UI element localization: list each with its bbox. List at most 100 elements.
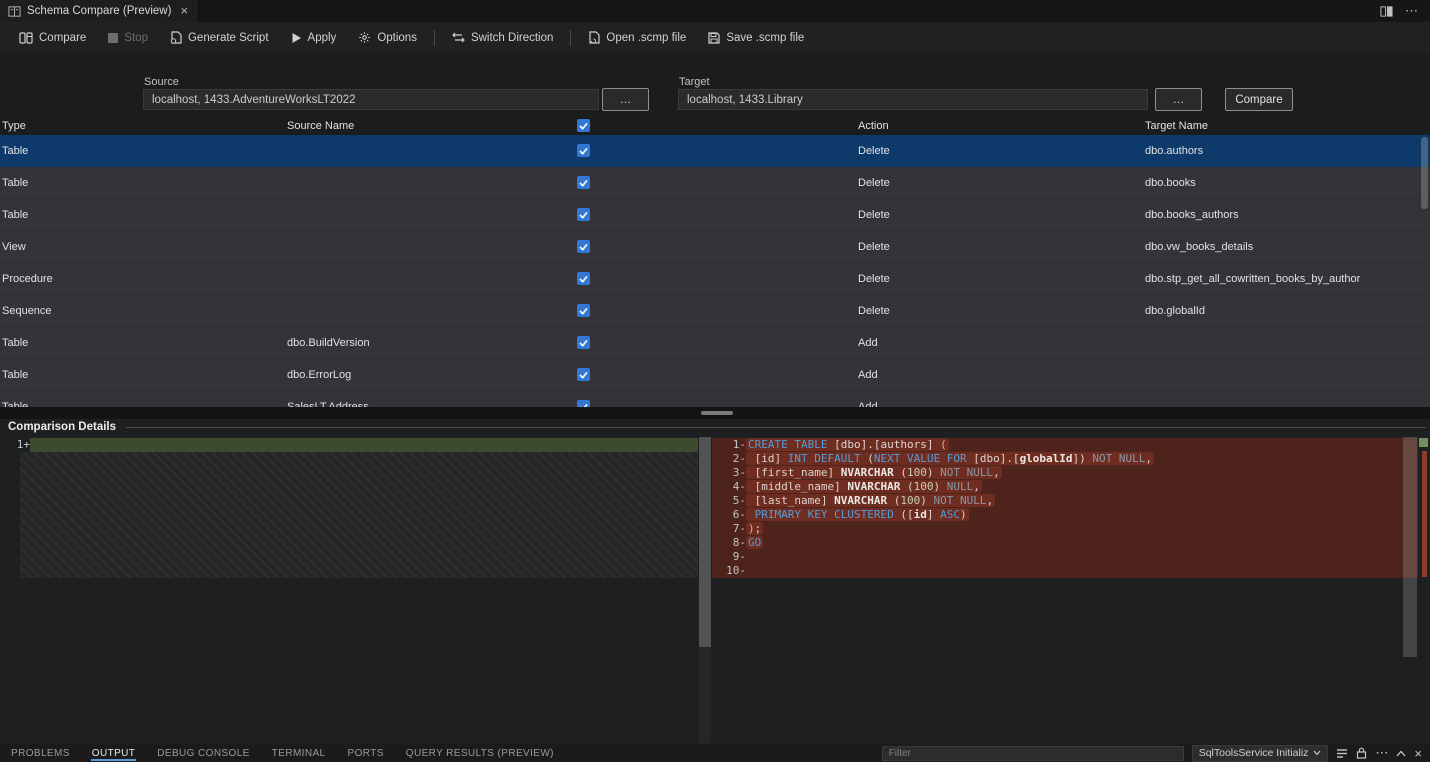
column-header-target-name[interactable]: Target Name xyxy=(1145,117,1208,135)
overview-removed-mark xyxy=(1422,451,1427,577)
open-output-in-editor-icon[interactable] xyxy=(1336,748,1348,759)
row-include-checkbox[interactable] xyxy=(577,208,590,221)
schema-compare-toolbar: Compare Stop Generate Script ApplyOptions Sw… xyxy=(0,22,1430,53)
select-all-checkbox[interactable] xyxy=(577,119,590,132)
overview-ruler xyxy=(1418,437,1430,744)
toolbar-button-stop: Stop xyxy=(97,22,159,53)
target-browse-button[interactable]: … xyxy=(1155,88,1202,111)
diff-code-line[interactable]: 8-GO xyxy=(712,536,1418,550)
panel-tab-debug-console[interactable]: DEBUG CONSOLE xyxy=(146,744,260,762)
column-header-action[interactable]: Action xyxy=(858,117,889,135)
toolbar-button-switch-direction[interactable]: Switch Direction xyxy=(441,22,564,53)
diff-line-number: 6- xyxy=(712,508,746,522)
apply-icon xyxy=(291,32,302,44)
close-panel-icon[interactable]: × xyxy=(1414,746,1422,761)
source-browse-button[interactable]: … xyxy=(602,88,649,111)
compare-button[interactable]: Compare xyxy=(1225,88,1293,111)
more-actions-icon[interactable]: ⋯ xyxy=(1405,7,1418,15)
toolbar-button-label: Save .scmp file xyxy=(726,32,804,44)
row-include-checkbox[interactable] xyxy=(577,368,590,381)
diff-code-line[interactable]: 3- [first_name] NVARCHAR (100) NOT NULL, xyxy=(712,466,1418,480)
more-actions-icon[interactable]: ⋯ xyxy=(1375,750,1388,756)
table-row[interactable]: TableDeletedbo.books xyxy=(0,167,1430,199)
toolbar-button-save-scmp-file[interactable]: Save .scmp file xyxy=(697,22,815,53)
toolbar-button-open-scmp-file[interactable]: Open .scmp file xyxy=(577,22,697,53)
grid-scrollbar[interactable] xyxy=(1421,137,1428,407)
bottom-panel: PROBLEMSOUTPUTDEBUG CONSOLETERMINALPORTS… xyxy=(0,743,1430,762)
diff-code-line[interactable]: 10- xyxy=(712,564,1418,578)
right-scrollbar-slider[interactable] xyxy=(1403,437,1417,657)
row-include-checkbox[interactable] xyxy=(577,144,590,157)
diff-source-pane[interactable]: 1+ xyxy=(0,437,712,744)
toolbar-button-apply[interactable]: Apply xyxy=(280,22,348,53)
diff-code-line[interactable]: 7-); xyxy=(712,522,1418,536)
switch-direction-icon xyxy=(452,32,465,43)
toolbar-button-label: Switch Direction xyxy=(471,32,553,44)
toolbar-button-label: Stop xyxy=(124,32,148,44)
toolbar-button-generate-script[interactable]: Generate Script xyxy=(159,22,280,53)
toolbar-button-options[interactable]: Options xyxy=(347,22,428,53)
details-divider xyxy=(126,427,1426,428)
lock-scroll-icon[interactable] xyxy=(1356,747,1367,759)
cell-action: Add xyxy=(858,391,878,407)
cell-action: Delete xyxy=(858,295,890,327)
panel-tab-output[interactable]: OUTPUT xyxy=(81,744,147,762)
column-header-source-name[interactable]: Source Name xyxy=(287,117,354,135)
table-row[interactable]: TableSalesLT.AddressAdd xyxy=(0,391,1430,407)
row-include-checkbox[interactable] xyxy=(577,272,590,285)
panel-tab-ports[interactable]: PORTS xyxy=(337,744,395,762)
row-include-checkbox[interactable] xyxy=(577,336,590,349)
output-filter-input[interactable] xyxy=(882,746,1184,761)
split-editor-icon[interactable] xyxy=(1380,5,1393,18)
table-row[interactable]: TableDeletedbo.books_authors xyxy=(0,199,1430,231)
table-row[interactable]: SequenceDeletedbo.globalId xyxy=(0,295,1430,327)
diff-code-line[interactable]: 6- PRIMARY KEY CLUSTERED ([id] ASC) xyxy=(712,508,1418,522)
diff-left-line-number: 1+ xyxy=(6,438,30,452)
toolbar-button-label: Generate Script xyxy=(188,32,269,44)
diff-code-line[interactable]: 4- [middle_name] NVARCHAR (100) NULL, xyxy=(712,480,1418,494)
row-include-checkbox[interactable] xyxy=(577,304,590,317)
left-scrollbar-slider[interactable] xyxy=(699,437,711,647)
comparison-result-grid: TableDeletedbo.authorsTableDeletedbo.boo… xyxy=(0,135,1430,407)
cell-type: Sequence xyxy=(2,295,52,327)
cell-source-name: dbo.ErrorLog xyxy=(287,359,351,391)
horizontal-sash[interactable] xyxy=(0,407,1430,419)
tab-schema-compare[interactable]: Schema Compare (Preview) × xyxy=(0,0,199,22)
chevron-down-icon xyxy=(1313,750,1321,756)
target-input[interactable] xyxy=(678,89,1148,110)
table-row[interactable]: TableDeletedbo.authors xyxy=(0,135,1430,167)
column-header-type[interactable]: Type xyxy=(2,117,26,135)
removed-text-highlight: [middle_name] NVARCHAR (100) NULL, xyxy=(746,480,982,493)
sash-handle[interactable] xyxy=(701,411,733,415)
panel-tab-terminal[interactable]: TERMINAL xyxy=(261,744,337,762)
removed-text-highlight: [id] INT DEFAULT (NEXT VALUE FOR [dbo].[… xyxy=(746,452,1154,465)
tab-close-icon[interactable]: × xyxy=(180,5,188,17)
table-row[interactable]: ProcedureDeletedbo.stp_get_all_cowritten… xyxy=(0,263,1430,295)
toolbar-button-compare[interactable]: Compare xyxy=(8,22,97,53)
diff-code-line[interactable]: 9- xyxy=(712,550,1418,564)
diff-target-pane[interactable]: 1-CREATE TABLE [dbo].[authors] (2- [id] … xyxy=(712,437,1430,744)
row-include-checkbox[interactable] xyxy=(577,240,590,253)
table-row[interactable]: ViewDeletedbo.vw_books_details xyxy=(0,231,1430,263)
table-row[interactable]: Tabledbo.BuildVersionAdd xyxy=(0,327,1430,359)
diff-code-line[interactable]: 1-CREATE TABLE [dbo].[authors] ( xyxy=(712,438,1418,452)
diff-code-line[interactable]: 2- [id] INT DEFAULT (NEXT VALUE FOR [dbo… xyxy=(712,452,1418,466)
generate-script-icon xyxy=(170,31,182,44)
output-channel-select[interactable]: SqlToolsService Initializ xyxy=(1192,745,1329,762)
panel-tab-problems[interactable]: PROBLEMS xyxy=(0,744,81,762)
row-include-checkbox[interactable] xyxy=(577,400,590,407)
panel-tab-query-results-preview-[interactable]: QUERY RESULTS (PREVIEW) xyxy=(395,744,565,762)
source-input[interactable] xyxy=(143,89,599,110)
row-include-checkbox[interactable] xyxy=(577,176,590,189)
editor-tab-bar: Schema Compare (Preview) × ⋯ xyxy=(0,0,1430,22)
table-row[interactable]: Tabledbo.ErrorLogAdd xyxy=(0,359,1430,391)
cell-type: Procedure xyxy=(2,263,53,295)
diff-code-line[interactable]: 5- [last_name] NVARCHAR (100) NOT NULL, xyxy=(712,494,1418,508)
cell-target-name: dbo.vw_books_details xyxy=(1145,231,1253,263)
maximize-panel-icon[interactable] xyxy=(1396,750,1406,757)
tab-title: Schema Compare (Preview) xyxy=(27,5,171,17)
cell-action: Add xyxy=(858,327,878,359)
removed-text-highlight: PRIMARY KEY CLUSTERED ([id] ASC) xyxy=(746,508,969,521)
stop-icon xyxy=(108,33,118,43)
grid-header: Type Source Name Action Target Name xyxy=(0,117,1430,135)
